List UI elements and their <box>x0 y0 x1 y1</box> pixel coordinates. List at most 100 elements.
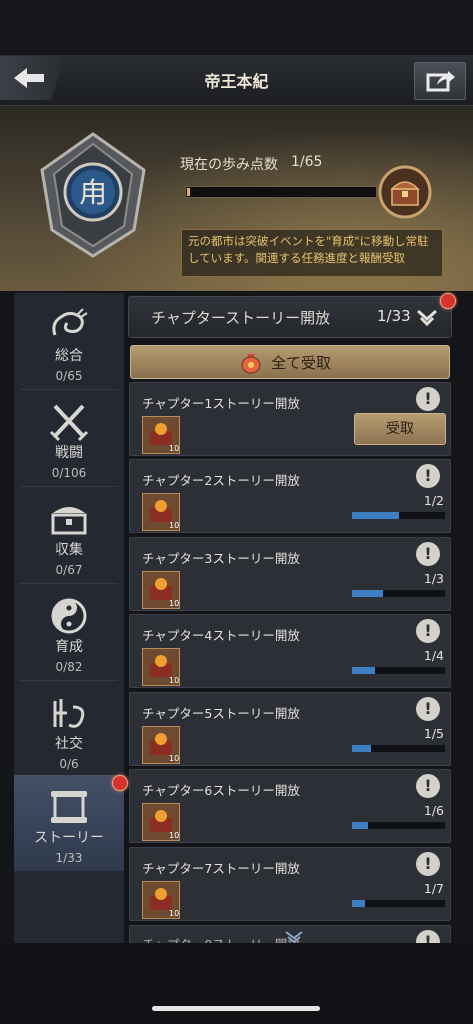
reward-item-icon[interactable]: 10 <box>142 803 180 841</box>
sidebar-item-label: 収集 <box>55 542 83 558</box>
sidebar-item-label: 戦闘 <box>55 445 83 461</box>
info-icon[interactable]: ! <box>416 619 440 643</box>
sidebar-item-social[interactable]: 社交 0/6 <box>14 681 124 777</box>
chest-icon <box>51 507 87 535</box>
reward-item-icon[interactable]: 10 <box>142 416 180 454</box>
sidebar-item-count: 0/65 <box>55 369 83 383</box>
progress-label: 現在の歩み点数 <box>180 157 278 173</box>
treasure-chest-icon <box>378 165 432 219</box>
rank-emblem: 甪 <box>34 130 152 260</box>
chapter-name: チャプター6ストーリー開放 <box>142 783 300 798</box>
chapter-name: チャプター4ストーリー開放 <box>142 628 300 643</box>
item-qty: 10 <box>169 831 179 840</box>
sidebar-item-label: ストーリー <box>34 830 104 846</box>
list-item: チャプター6ストーリー開放 10 ! 1/6 <box>129 769 451 843</box>
chapter-name: チャプター1ストーリー開放 <box>142 396 300 411</box>
progress-fill <box>352 667 375 674</box>
progress-fill <box>352 822 368 829</box>
sidebar-item-battle[interactable]: 戦闘 0/106 <box>14 390 124 486</box>
progress-track <box>352 900 445 907</box>
item-box-icon: 10 <box>150 655 179 685</box>
chapter-name: チャプター2ストーリー開放 <box>142 473 300 488</box>
sidebar-item-overall[interactable]: 総合 0/65 <box>14 293 124 389</box>
item-qty: 10 <box>169 599 179 608</box>
item-box-icon: 10 <box>150 810 179 840</box>
reward-item-icon[interactable]: 10 <box>142 881 180 919</box>
chapter-name: チャプター5ストーリー開放 <box>142 706 300 721</box>
scroll-down-indicator-icon <box>285 931 303 944</box>
yin-yang-icon <box>51 598 87 634</box>
list-item: チャプター2ストーリー開放 10 ! 1/2 <box>129 459 451 533</box>
item-box-icon: 10 <box>150 888 179 918</box>
progress-fill <box>352 900 365 907</box>
item-qty: 10 <box>169 909 179 918</box>
progress-fill <box>352 512 399 519</box>
info-icon[interactable]: ! <box>416 852 440 876</box>
progress-ratio: 1/7 <box>423 881 444 896</box>
bottom-bar <box>0 943 473 1024</box>
list-item: チャプター5ストーリー開放 10 ! 1/5 <box>129 692 451 766</box>
sidebar-item-story[interactable]: ストーリー 1/33 <box>14 775 124 871</box>
reward-chest-button[interactable] <box>378 165 432 219</box>
emblem-icon: 甪 <box>40 132 146 258</box>
sidebar-item-count: 1/33 <box>55 851 83 865</box>
progress-ratio: 1/2 <box>423 493 444 508</box>
notification-dot <box>440 293 456 309</box>
list-item: チャプター4ストーリー開放 10 ! 1/4 <box>129 614 451 688</box>
reward-item-icon[interactable]: 10 <box>142 493 180 531</box>
progress-bar <box>185 186 377 198</box>
emblem-char: 甪 <box>79 176 107 209</box>
chapter-name: チャプター7ストーリー開放 <box>142 861 300 876</box>
page-title: 帝王本紀 <box>204 72 269 91</box>
list-item: チャプター3ストーリー開放 10 ! 1/3 <box>129 537 451 611</box>
item-qty: 10 <box>169 754 179 763</box>
share-icon <box>426 71 455 92</box>
dragon-icon <box>52 308 88 336</box>
claim-all-button[interactable]: 全て受取 <box>130 345 450 379</box>
sidebar-item-collect[interactable]: 収集 0/67 <box>14 487 124 583</box>
status-bar <box>0 0 473 55</box>
item-qty: 10 <box>169 444 179 453</box>
info-icon[interactable]: ! <box>416 542 440 566</box>
sidebar-item-training[interactable]: 育成 0/82 <box>14 584 124 680</box>
info-icon[interactable]: ! <box>416 387 440 411</box>
progress-ratio: 1/4 <box>423 648 444 663</box>
progress-ratio: 1/5 <box>423 726 444 741</box>
reward-item-icon[interactable]: 10 <box>142 726 180 764</box>
progress-ratio: 1/6 <box>423 803 444 818</box>
item-box-icon: 10 <box>150 733 179 763</box>
social-icon <box>53 699 85 728</box>
sidebar-item-label: 社交 <box>55 736 83 752</box>
category-sidebar: 総合 0/65 戦闘 0/106 収集 0/67 育成 0/82 社交 0/6 … <box>14 293 124 943</box>
chapter-header[interactable]: チャプターストーリー開放 1/33 <box>128 296 452 338</box>
reward-item-icon[interactable]: 10 <box>142 648 180 686</box>
share-button[interactable] <box>414 62 466 100</box>
item-box-icon: 10 <box>150 423 179 453</box>
progress-fill <box>352 745 371 752</box>
scroll-icon <box>51 791 87 823</box>
item-box-icon: 10 <box>150 578 179 608</box>
home-indicator[interactable] <box>152 1006 320 1011</box>
reward-item-icon[interactable]: 10 <box>142 571 180 609</box>
item-qty: 10 <box>169 521 179 530</box>
sidebar-item-count: 0/82 <box>55 660 83 674</box>
sidebar-item-label: 総合 <box>55 348 83 364</box>
chapter-name: チャプター3ストーリー開放 <box>142 551 300 566</box>
chapter-header-count: 1/33 <box>377 307 411 325</box>
info-icon[interactable]: ! <box>416 774 440 798</box>
info-icon[interactable]: ! <box>416 464 440 488</box>
sidebar-item-label: 育成 <box>55 639 83 655</box>
notice-text: 元の都市は突破イベントを"育成"に移動し常駐しています。関連する任務進度と報酬受… <box>181 229 443 277</box>
item-box-icon: 10 <box>150 500 179 530</box>
chevron-down-icon <box>417 309 437 327</box>
sidebar-item-count: 0/67 <box>55 563 83 577</box>
notification-dot <box>112 775 128 791</box>
sidebar-item-count: 0/106 <box>51 466 87 480</box>
sidebar-item-count: 0/6 <box>59 757 79 771</box>
chapter-header-title: チャプターストーリー開放 <box>151 309 331 327</box>
item-qty: 10 <box>169 676 179 685</box>
info-icon[interactable]: ! <box>416 697 440 721</box>
progress-fill <box>352 590 383 597</box>
receive-button[interactable]: 受取 <box>354 413 446 445</box>
progress-bar-fill <box>187 188 190 196</box>
